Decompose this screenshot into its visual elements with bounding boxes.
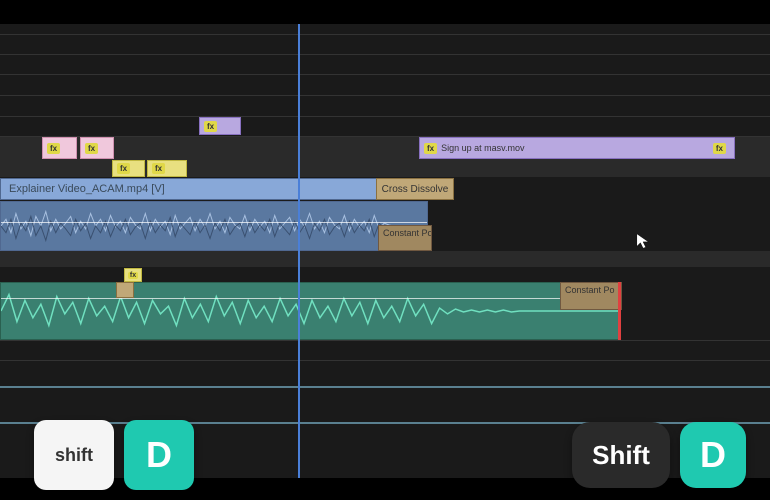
track-divider xyxy=(0,74,770,75)
key-label: D xyxy=(700,434,726,476)
clip-end-marker xyxy=(618,282,621,340)
track-bg xyxy=(0,251,770,267)
transition-label: Constant Po xyxy=(383,228,432,238)
clip-signup-video[interactable]: fx Sign up at masv.mov fx xyxy=(419,137,735,159)
audio-gain-line[interactable] xyxy=(1,298,619,299)
track-divider xyxy=(0,34,770,35)
clip-pink-2[interactable]: fx xyxy=(80,137,114,159)
track-divider xyxy=(0,116,770,117)
clip-yellow-2[interactable]: fx xyxy=(147,160,187,177)
shortcut-overlay-left: shift D xyxy=(34,420,194,490)
clip-label: Sign up at masv.mov xyxy=(441,143,524,153)
clip-yellow-1[interactable]: fx xyxy=(112,160,145,177)
key-label: Shift xyxy=(592,440,650,471)
track-divider xyxy=(0,340,770,341)
transition-label: Cross Dissolve xyxy=(382,184,449,195)
fx-badge-icon: fx xyxy=(85,143,98,154)
transition-label: Constant Po xyxy=(565,285,615,295)
key-shift: shift xyxy=(34,420,114,490)
track-divider xyxy=(0,54,770,55)
track-divider xyxy=(0,95,770,96)
shortcut-overlay-right: Shift D xyxy=(572,422,746,488)
audio-gain-line[interactable] xyxy=(1,222,427,223)
fx-badge-icon: fx xyxy=(713,143,726,154)
bottom-timeline-bar xyxy=(0,386,770,388)
key-shift: Shift xyxy=(572,422,670,488)
clip-marker-yellow[interactable]: fx xyxy=(124,268,142,282)
fx-badge-icon: fx xyxy=(204,121,217,132)
transition-constant-power-1[interactable]: Constant Po xyxy=(378,225,432,251)
clip-effect-purple[interactable]: fx xyxy=(199,117,241,135)
fx-badge-icon: fx xyxy=(152,163,165,174)
playhead[interactable] xyxy=(298,24,300,478)
waveform-icon xyxy=(1,202,427,250)
waveform-icon xyxy=(1,283,619,339)
transition-cross-dissolve[interactable]: Cross Dissolve xyxy=(376,178,454,200)
key-label: shift xyxy=(55,445,93,466)
clip-label: Explainer Video_ACAM.mp4 [V] xyxy=(9,183,165,195)
timeline-frame: fx fx fx fx Sign up at masv.mov fx fx fx… xyxy=(0,24,770,478)
fx-badge-icon: fx xyxy=(128,272,138,279)
cursor-icon xyxy=(635,232,653,255)
fx-badge-icon: fx xyxy=(117,163,130,174)
key-d: D xyxy=(124,420,194,490)
fx-badge-icon: fx xyxy=(424,143,437,154)
track-divider xyxy=(0,360,770,361)
key-label: D xyxy=(146,434,172,476)
audio-in-marker[interactable] xyxy=(116,282,134,298)
key-d: D xyxy=(680,422,746,488)
clip-main-video[interactable]: Explainer Video_ACAM.mp4 [V] xyxy=(0,178,428,200)
track-area[interactable]: fx fx fx fx Sign up at masv.mov fx fx fx… xyxy=(0,24,770,478)
clip-audio-2[interactable] xyxy=(0,282,620,340)
clip-audio-1[interactable] xyxy=(0,201,428,251)
clip-pink-1[interactable]: fx xyxy=(42,137,77,159)
transition-constant-power-2[interactable]: Constant Po xyxy=(560,282,622,310)
fx-badge-icon: fx xyxy=(47,143,60,154)
